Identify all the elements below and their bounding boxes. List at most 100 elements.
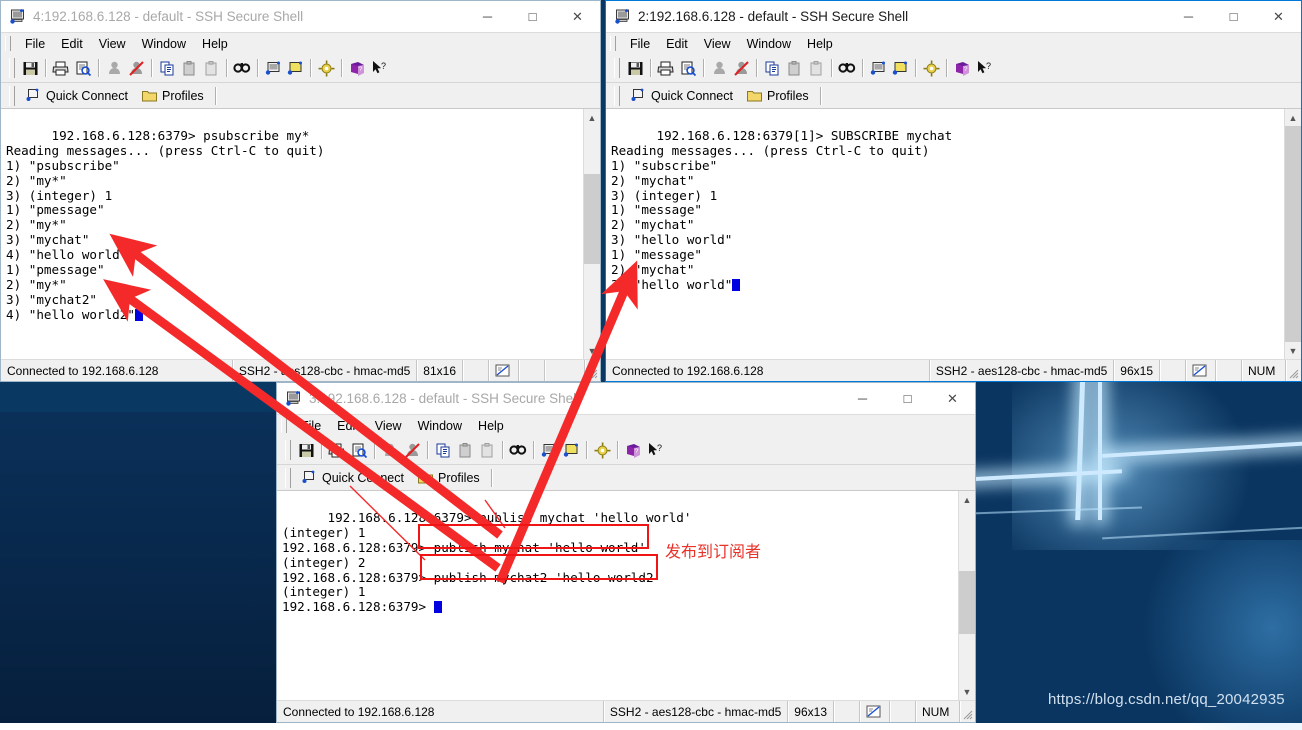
menu-edit[interactable]: Edit xyxy=(658,35,696,53)
download-icon[interactable] xyxy=(560,439,582,461)
minimize-button[interactable]: ─ xyxy=(840,383,885,414)
quick-connect-button[interactable]: Quick Connect xyxy=(295,468,411,487)
resize-grip[interactable] xyxy=(1285,360,1301,381)
print-preview-icon[interactable] xyxy=(677,57,699,79)
menu-edit[interactable]: Edit xyxy=(329,417,367,435)
terminal-area[interactable]: 192.168.6.128:6379> psubscribe my* Readi… xyxy=(1,109,600,359)
disconnect-icon[interactable] xyxy=(401,439,423,461)
download-icon[interactable] xyxy=(889,57,911,79)
maximize-button[interactable]: □ xyxy=(510,1,555,32)
scrollbar-thumb[interactable] xyxy=(959,571,976,634)
menu-window[interactable]: Window xyxy=(410,417,470,435)
menu-window[interactable]: Window xyxy=(134,35,194,53)
minimize-button[interactable]: ─ xyxy=(1166,1,1211,32)
resize-grip[interactable] xyxy=(584,360,600,381)
maximize-button[interactable]: □ xyxy=(1211,1,1256,32)
terminal-output[interactable]: 192.168.6.128:6379> psubscribe my* Readi… xyxy=(1,109,583,359)
menu-edit[interactable]: Edit xyxy=(53,35,91,53)
settings-icon[interactable] xyxy=(315,57,337,79)
print-preview-icon[interactable] xyxy=(348,439,370,461)
quick-connect-bar[interactable]: Quick Connect Profiles xyxy=(1,83,600,109)
window-controls[interactable]: ─ □ ✕ xyxy=(840,383,975,414)
connect-icon[interactable] xyxy=(103,57,125,79)
ssh-window-3[interactable]: 3:192.168.6.128 - default - SSH Secure S… xyxy=(276,382,976,723)
paste-icon[interactable] xyxy=(178,57,200,79)
terminal-scrollbar[interactable]: ▲ ▼ xyxy=(1284,109,1301,359)
titlebar[interactable]: 4:192.168.6.128 - default - SSH Secure S… xyxy=(1,1,600,32)
toolbar[interactable]: ? ? xyxy=(1,54,600,83)
menu-file[interactable]: File xyxy=(293,417,329,435)
menu-file[interactable]: File xyxy=(17,35,53,53)
terminal-scrollbar[interactable]: ▲ ▼ xyxy=(583,109,600,359)
window-controls[interactable]: ─ □ ✕ xyxy=(1166,1,1301,32)
ssh-window-1[interactable]: 4:192.168.6.128 - default - SSH Secure S… xyxy=(0,0,601,382)
ssh-window-2[interactable]: 2:192.168.6.128 - default - SSH Secure S… xyxy=(605,0,1302,382)
save-icon[interactable] xyxy=(295,439,317,461)
toolbar[interactable]: ? ? xyxy=(606,54,1301,83)
terminal-area[interactable]: 192.168.6.128:6379[1]> SUBSCRIBE mychat … xyxy=(606,109,1301,359)
upload-icon[interactable] xyxy=(538,439,560,461)
paste-alt-icon[interactable] xyxy=(805,57,827,79)
profiles-button[interactable]: Profiles xyxy=(411,469,487,487)
menu-help[interactable]: Help xyxy=(799,35,841,53)
quickconnect-grip[interactable] xyxy=(9,86,15,106)
menu-window[interactable]: Window xyxy=(739,35,799,53)
quick-connect-button[interactable]: Quick Connect xyxy=(624,86,740,105)
terminal-scrollbar[interactable]: ▲ ▼ xyxy=(958,491,975,700)
print-icon[interactable] xyxy=(326,439,348,461)
toolbar[interactable]: ? ? xyxy=(277,436,975,465)
print-icon[interactable] xyxy=(655,57,677,79)
paste-icon[interactable] xyxy=(783,57,805,79)
disconnect-icon[interactable] xyxy=(730,57,752,79)
quick-connect-button[interactable]: Quick Connect xyxy=(19,86,135,105)
menu-help[interactable]: Help xyxy=(194,35,236,53)
quick-connect-bar[interactable]: Quick Connect Profiles xyxy=(277,465,975,491)
menubar-grip[interactable] xyxy=(281,418,287,433)
close-button[interactable]: ✕ xyxy=(555,1,600,32)
scrollbar-track[interactable] xyxy=(959,508,976,683)
save-icon[interactable] xyxy=(19,57,41,79)
scroll-down-arrow[interactable]: ▼ xyxy=(1285,342,1302,359)
connect-icon[interactable] xyxy=(379,439,401,461)
copy-icon[interactable] xyxy=(761,57,783,79)
disconnect-icon[interactable] xyxy=(125,57,147,79)
upload-icon[interactable] xyxy=(867,57,889,79)
terminal-output[interactable]: 192.168.6.128:6379> publish mychat 'hell… xyxy=(277,491,958,700)
scrollbar-track[interactable] xyxy=(584,126,601,342)
save-icon[interactable] xyxy=(624,57,646,79)
paste-alt-icon[interactable] xyxy=(200,57,222,79)
upload-icon[interactable] xyxy=(262,57,284,79)
help-book-icon[interactable]: ? xyxy=(346,57,368,79)
scroll-down-arrow[interactable]: ▼ xyxy=(959,683,976,700)
terminal-output[interactable]: 192.168.6.128:6379[1]> SUBSCRIBE mychat … xyxy=(606,109,1284,359)
profiles-button[interactable]: Profiles xyxy=(740,87,816,105)
scroll-up-arrow[interactable]: ▲ xyxy=(584,109,601,126)
connect-icon[interactable] xyxy=(708,57,730,79)
menu-view[interactable]: View xyxy=(696,35,739,53)
scrollbar-thumb[interactable] xyxy=(1285,126,1302,342)
paste-icon[interactable] xyxy=(454,439,476,461)
paste-alt-icon[interactable] xyxy=(476,439,498,461)
menubar[interactable]: File Edit View Window Help xyxy=(606,32,1301,54)
minimize-button[interactable]: ─ xyxy=(465,1,510,32)
titlebar[interactable]: 3:192.168.6.128 - default - SSH Secure S… xyxy=(277,383,975,414)
help-book-icon[interactable]: ? xyxy=(622,439,644,461)
titlebar[interactable]: 2:192.168.6.128 - default - SSH Secure S… xyxy=(606,1,1301,32)
quick-connect-bar[interactable]: Quick Connect Profiles xyxy=(606,83,1301,109)
print-preview-icon[interactable] xyxy=(72,57,94,79)
scroll-up-arrow[interactable]: ▲ xyxy=(1285,109,1302,126)
profiles-button[interactable]: Profiles xyxy=(135,87,211,105)
copy-icon[interactable] xyxy=(156,57,178,79)
maximize-button[interactable]: □ xyxy=(885,383,930,414)
close-button[interactable]: ✕ xyxy=(930,383,975,414)
scrollbar-track[interactable] xyxy=(1285,126,1302,342)
find-icon[interactable] xyxy=(231,57,253,79)
settings-icon[interactable] xyxy=(920,57,942,79)
download-icon[interactable] xyxy=(284,57,306,79)
quickconnect-grip[interactable] xyxy=(285,468,291,488)
context-help-icon[interactable]: ? xyxy=(368,57,390,79)
context-help-icon[interactable]: ? xyxy=(973,57,995,79)
close-button[interactable]: ✕ xyxy=(1256,1,1301,32)
settings-icon[interactable] xyxy=(591,439,613,461)
scroll-up-arrow[interactable]: ▲ xyxy=(959,491,976,508)
